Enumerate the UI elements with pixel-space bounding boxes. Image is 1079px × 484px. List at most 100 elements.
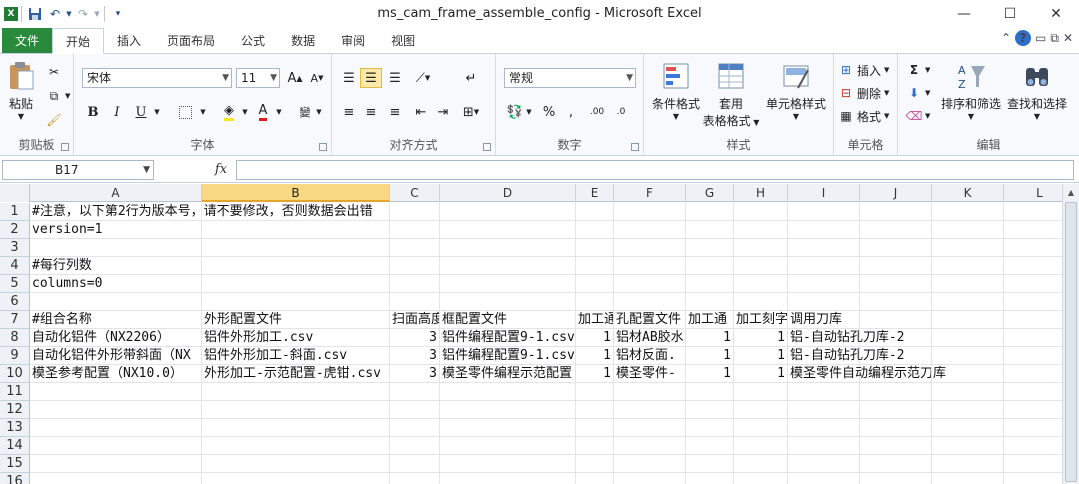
cell-F2[interactable] [614, 221, 686, 239]
column-header-H[interactable]: H [734, 184, 788, 202]
cell-G11[interactable] [686, 383, 734, 401]
cell-E2[interactable] [576, 221, 614, 239]
cell-C14[interactable] [390, 437, 440, 455]
cell-A4[interactable]: #每行列数 [30, 257, 202, 275]
window-close-icon[interactable]: ✕ [1063, 31, 1073, 45]
cell-E8[interactable]: 1 [576, 329, 614, 347]
cell-F14[interactable] [614, 437, 686, 455]
cell-F1[interactable] [614, 203, 686, 221]
column-header-K[interactable]: K [932, 184, 1004, 202]
cell-H13[interactable] [734, 419, 788, 437]
conditional-formatting-button[interactable]: 条件格式 ▼ [648, 60, 704, 121]
accounting-dropdown-icon[interactable]: ▼ [524, 102, 534, 122]
cell-I13[interactable] [788, 419, 860, 437]
column-header-E[interactable]: E [576, 184, 614, 202]
cell-L8[interactable] [1004, 329, 1062, 347]
tab-formulas[interactable]: 公式 [228, 28, 278, 53]
cell-C2[interactable] [390, 221, 440, 239]
cell-D3[interactable] [440, 239, 576, 257]
comma-style-button[interactable]: , [560, 102, 582, 122]
cell-I4[interactable] [788, 257, 860, 275]
cell-C16[interactable] [390, 473, 440, 484]
cell-I16[interactable] [788, 473, 860, 484]
insert-function-button[interactable]: fx [206, 160, 236, 180]
fill-button[interactable]: ⬇ ▼ [906, 83, 930, 103]
cell-E1[interactable] [576, 203, 614, 221]
cell-G4[interactable] [686, 257, 734, 275]
cell-F15[interactable] [614, 455, 686, 473]
format-cells-button[interactable]: ▦ 格式 ▼ [838, 106, 889, 126]
decrease-decimal-button[interactable]: .0 [610, 102, 632, 122]
cell-E16[interactable] [576, 473, 614, 484]
column-header-C[interactable]: C [390, 184, 440, 202]
cell-L11[interactable] [1004, 383, 1062, 401]
column-header-L[interactable]: L [1004, 184, 1062, 202]
cell-K12[interactable] [932, 401, 1004, 419]
cell-J11[interactable] [860, 383, 932, 401]
cell-I9[interactable]: 铝-自动钻孔刀库-2 [788, 347, 904, 365]
cell-B3[interactable] [202, 239, 390, 257]
cell-C6[interactable] [390, 293, 440, 311]
cell-B11[interactable] [202, 383, 390, 401]
customize-qat-icon[interactable]: ▾ [108, 4, 128, 24]
cell-I5[interactable] [788, 275, 860, 293]
cell-A5[interactable]: columns=0 [30, 275, 202, 293]
font-size-combo[interactable]: 11 ▼ [236, 68, 280, 88]
align-top-button[interactable]: ☰ [338, 68, 360, 88]
cell-L16[interactable] [1004, 473, 1062, 484]
cell-G13[interactable] [686, 419, 734, 437]
cell-G10[interactable]: 1 [686, 365, 734, 383]
cell-I3[interactable] [788, 239, 860, 257]
cell-A9[interactable]: 自动化铝件外形带斜面（NX [30, 347, 202, 365]
cell-B9[interactable]: 铝件外形加工-斜面.csv [202, 347, 390, 365]
paste-button[interactable]: 粘贴 ▼ [4, 60, 38, 121]
row-header-4[interactable]: 4 [0, 257, 30, 275]
cell-B10[interactable]: 外形加工-示范配置-虎钳.csv [202, 365, 390, 383]
cell-D8[interactable]: 铝件编程配置9-1.csv [440, 329, 576, 347]
cell-B13[interactable] [202, 419, 390, 437]
cell-J7[interactable] [860, 311, 932, 329]
borders-dropdown-icon[interactable]: ▼ [198, 102, 208, 122]
cell-F6[interactable] [614, 293, 686, 311]
cell-K11[interactable] [932, 383, 1004, 401]
cell-C7[interactable]: 扫面高度 [390, 311, 440, 329]
excel-logo-icon[interactable]: X [4, 6, 18, 21]
cell-C11[interactable] [390, 383, 440, 401]
sort-filter-button[interactable]: AZ 排序和筛选 ▼ [938, 60, 1004, 121]
vertical-scrollbar[interactable]: ▲ [1062, 184, 1079, 484]
cell-H11[interactable] [734, 383, 788, 401]
cell-E9[interactable]: 1 [576, 347, 614, 365]
cell-A1[interactable]: #注意，以下第2行为版本号，请不要修改，否则数据会出错 [30, 203, 373, 221]
cell-L9[interactable] [1004, 347, 1062, 365]
cell-C13[interactable] [390, 419, 440, 437]
row-header-10[interactable]: 10 [0, 365, 30, 383]
cell-K2[interactable] [932, 221, 1004, 239]
worksheet-grid[interactable]: ABCDEFGHIJKL 1 #注意，以下第2行为版本号，请不要修改，否则数据会出… [0, 184, 1062, 484]
cell-A14[interactable] [30, 437, 202, 455]
fill-color-button[interactable]: ◈ [218, 102, 240, 122]
cell-E12[interactable] [576, 401, 614, 419]
cell-F10[interactable]: 模圣零件- [614, 365, 686, 383]
cell-I8[interactable]: 铝-自动钻孔刀库-2 [788, 329, 904, 347]
cell-G6[interactable] [686, 293, 734, 311]
column-header-B[interactable]: B [202, 184, 390, 202]
cell-C10[interactable]: 3 [390, 365, 440, 383]
increase-indent-button[interactable]: ⇥ [432, 102, 454, 122]
cell-K1[interactable] [932, 203, 1004, 221]
tab-data[interactable]: 数据 [278, 28, 328, 53]
cell-H2[interactable] [734, 221, 788, 239]
scroll-up-icon[interactable]: ▲ [1063, 184, 1079, 201]
column-header-I[interactable]: I [788, 184, 860, 202]
cell-A10[interactable]: 模圣参考配置（NX10.0） [30, 365, 202, 383]
row-header-15[interactable]: 15 [0, 455, 30, 473]
cell-A8[interactable]: 自动化铝件（NX2206） [30, 329, 202, 347]
cell-F3[interactable] [614, 239, 686, 257]
row-header-7[interactable]: 7 [0, 311, 30, 329]
cell-H8[interactable]: 1 [734, 329, 788, 347]
row-header-8[interactable]: 8 [0, 329, 30, 347]
cell-I6[interactable] [788, 293, 860, 311]
number-format-combo[interactable]: 常规 ▼ [504, 68, 636, 88]
cell-C3[interactable] [390, 239, 440, 257]
cell-B14[interactable] [202, 437, 390, 455]
cell-H9[interactable]: 1 [734, 347, 788, 365]
